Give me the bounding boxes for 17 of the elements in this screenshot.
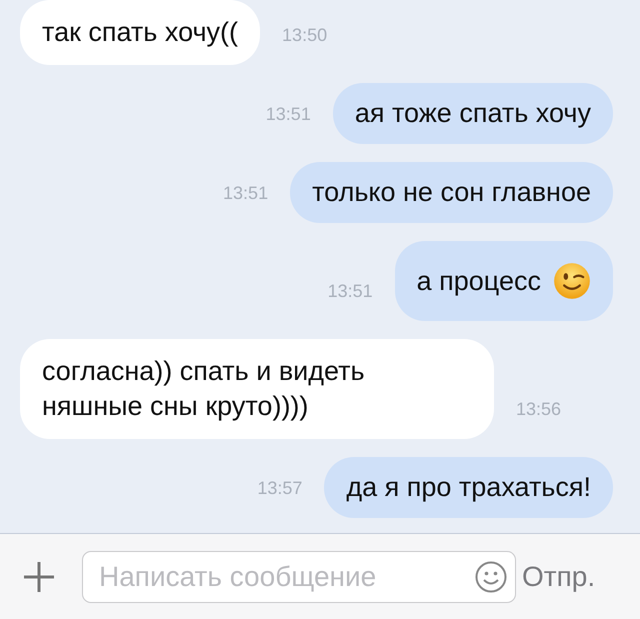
message-text: а процесс (416, 264, 541, 298)
message-time: 13:51 (266, 104, 311, 126)
wink-emoji-icon (553, 262, 591, 300)
message-time: 13:56 (516, 399, 562, 421)
smiley-icon[interactable] (475, 560, 507, 592)
message-text: так спать хочу(( (42, 16, 238, 49)
message-text: ая тоже спать хочу (354, 97, 591, 130)
send-button[interactable]: Отпр. (516, 560, 596, 592)
message-time: 13:57 (257, 478, 302, 500)
message-time: 13:51 (328, 281, 373, 303)
message-time: 13:51 (223, 183, 268, 205)
plus-icon[interactable] (24, 562, 54, 592)
message-time: 13:50 (282, 25, 328, 47)
message-text: только не сон главное (312, 176, 591, 209)
message-text: согласна)) спать и видеть няшные сны круто)))) (42, 355, 366, 423)
message-text: да я про трахаться! (346, 471, 591, 504)
message-input-field[interactable]: Написать сообщение (82, 550, 516, 602)
